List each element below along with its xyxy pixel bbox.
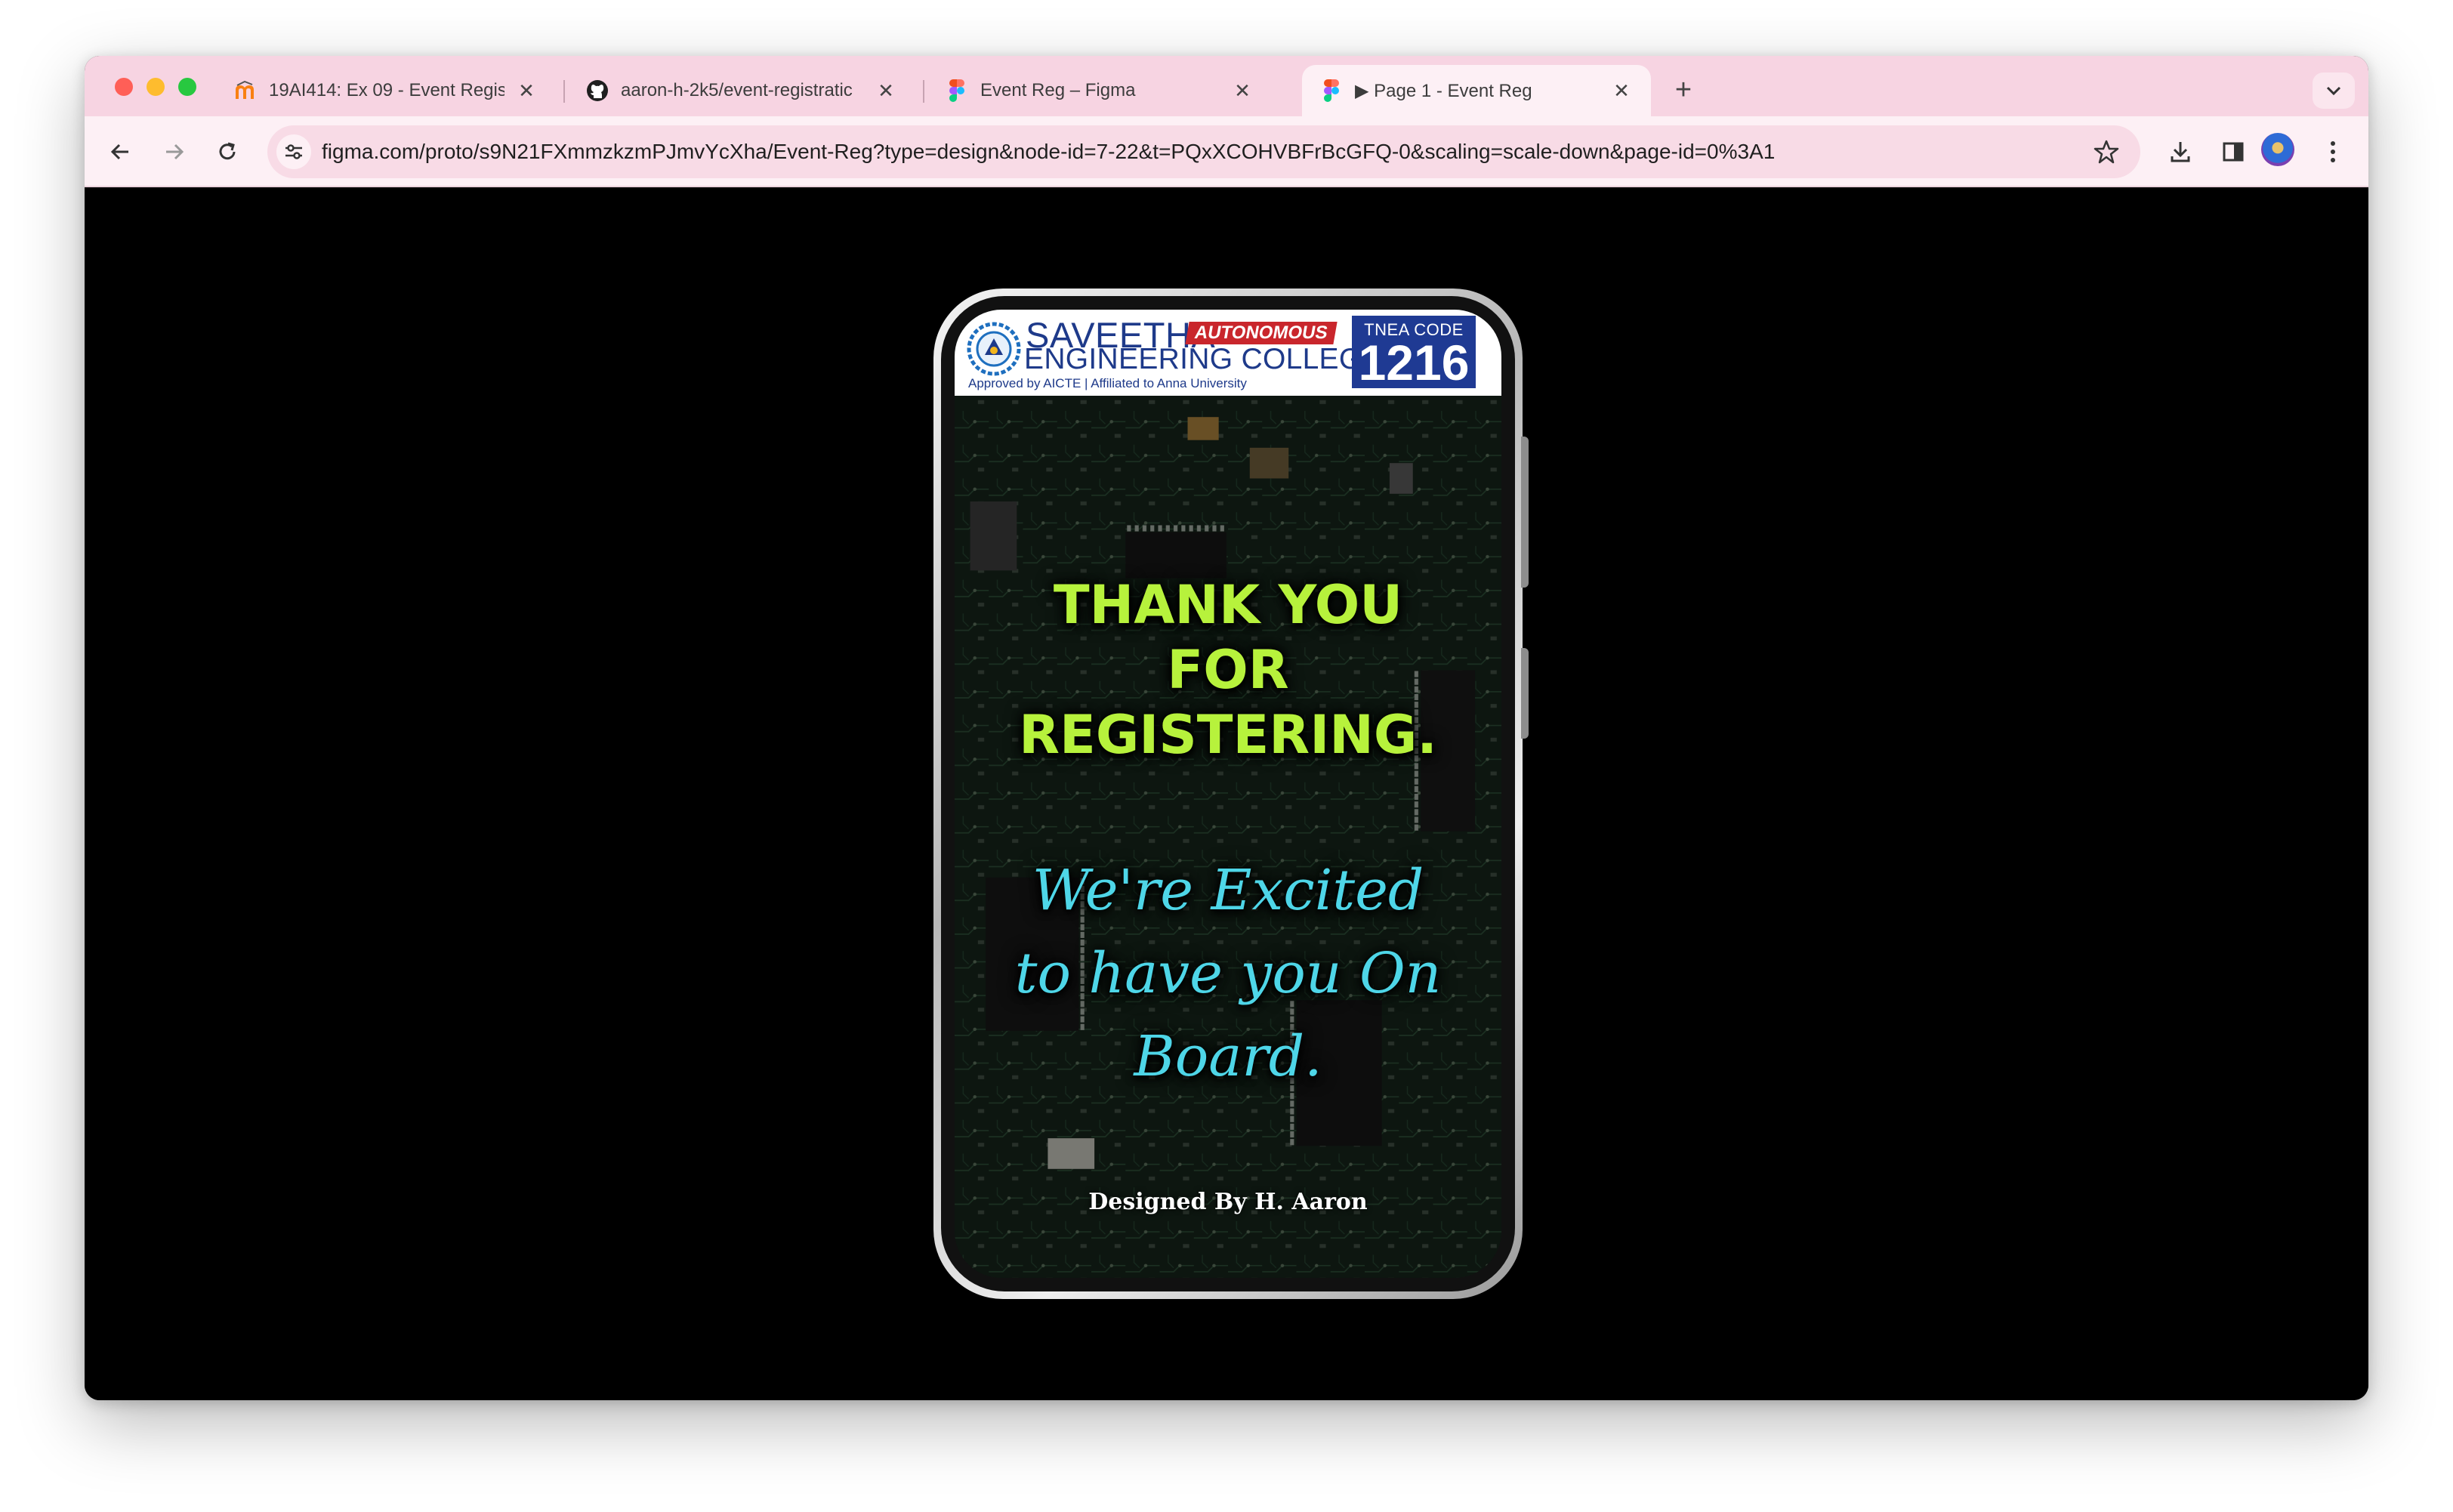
circuit-board-background xyxy=(955,310,1501,1278)
tab-moodle[interactable]: 19AI414: Ex 09 - Event Regist ✕ xyxy=(216,65,556,116)
bookmark-star-icon[interactable] xyxy=(2089,134,2124,169)
tab-title: 19AI414: Ex 09 - Event Regist xyxy=(269,80,504,100)
college-banner: SAVEETHA AUTONOMOUS ENGINEERING COLLEGE … xyxy=(955,310,1501,396)
arrow-right-icon xyxy=(166,143,184,160)
browser-toolbar: figma.com/proto/s9N21FXmmzkzmPJmvYcXha/E… xyxy=(85,116,2368,187)
back-button[interactable] xyxy=(101,133,139,171)
tab-search-button[interactable] xyxy=(2313,73,2355,109)
figma-prototype-viewport: SAVEETHA AUTONOMOUS ENGINEERING COLLEGE … xyxy=(85,189,2368,1400)
minimize-window-button[interactable] xyxy=(147,78,165,96)
tab-separator xyxy=(923,80,924,103)
college-name-line2: ENGINEERING COLLEGE xyxy=(1024,343,1382,375)
tab-title: ▶ Page 1 - Event Reg xyxy=(1355,80,1532,101)
excited-message: We're Excited to have you On Board. xyxy=(955,849,1501,1098)
forward-button[interactable] xyxy=(156,133,193,171)
close-tab-icon[interactable]: ✕ xyxy=(515,79,538,103)
tab-figma-prototype[interactable]: ▶ Page 1 - Event Reg ✕ xyxy=(1302,65,1651,116)
thank-you-heading: THANK YOU FOR REGISTERING. xyxy=(955,572,1501,767)
url-text[interactable]: figma.com/proto/s9N21FXmmzkzmPJmvYcXha/E… xyxy=(322,125,1775,178)
autonomous-badge: AUTONOMOUS xyxy=(1185,322,1338,344)
browser-window: 19AI414: Ex 09 - Event Regist ✕ aaron-h-… xyxy=(85,56,2368,1400)
tab-title: Event Reg – Figma xyxy=(980,80,1136,100)
approval-text: Approved by AICTE | Affiliated to Anna U… xyxy=(968,376,1247,390)
close-tab-icon[interactable]: ✕ xyxy=(875,79,897,103)
github-icon xyxy=(586,79,609,102)
college-logo-icon xyxy=(967,322,1021,376)
thank-you-line: FOR xyxy=(1167,639,1289,701)
tab-separator xyxy=(563,80,565,103)
chevron-down-icon xyxy=(2326,86,2341,96)
profile-avatar[interactable] xyxy=(2261,133,2294,166)
tab-figma[interactable]: Event Reg – Figma ✕ xyxy=(927,65,1272,116)
close-tab-icon[interactable]: ✕ xyxy=(1231,79,1254,103)
tab-strip: 19AI414: Ex 09 - Event Regist ✕ aaron-h-… xyxy=(85,56,2368,116)
phone-side-button xyxy=(1521,648,1529,739)
close-tab-icon[interactable]: ✕ xyxy=(1610,79,1633,103)
maximize-window-button[interactable] xyxy=(178,78,196,96)
designer-credit: Designed By H. Aaron xyxy=(1088,1189,1368,1215)
arrow-left-icon xyxy=(110,143,128,160)
side-panel-icon[interactable] xyxy=(2214,133,2252,171)
new-tab-button[interactable]: + xyxy=(1665,73,1702,110)
moodle-icon xyxy=(234,79,257,102)
thank-you-line: THANK YOU xyxy=(1053,574,1403,636)
phone-side-button xyxy=(1521,437,1529,588)
figma-icon xyxy=(946,79,968,102)
poster-screen: SAVEETHA AUTONOMOUS ENGINEERING COLLEGE … xyxy=(955,310,1501,1278)
tnea-code-box: TNEA CODE 1216 xyxy=(1352,316,1476,388)
download-icon[interactable] xyxy=(2161,133,2199,171)
excited-line: to have you On xyxy=(1014,941,1442,1006)
close-window-button[interactable] xyxy=(115,78,133,96)
more-menu-icon[interactable] xyxy=(2314,133,2352,171)
phone-frame: SAVEETHA AUTONOMOUS ENGINEERING COLLEGE … xyxy=(933,289,1529,1299)
tab-title: aaron-h-2k5/event-registratic xyxy=(621,80,853,100)
site-settings-icon[interactable] xyxy=(276,134,311,169)
tnea-code: 1216 xyxy=(1358,335,1470,390)
address-bar[interactable]: figma.com/proto/s9N21FXmmzkzmPJmvYcXha/E… xyxy=(267,125,2140,178)
tab-github[interactable]: aaron-h-2k5/event-registratic ✕ xyxy=(568,65,915,116)
excited-line: We're Excited xyxy=(1032,858,1424,923)
figma-icon xyxy=(1320,79,1343,102)
excited-line: Board. xyxy=(1134,1024,1322,1089)
reload-icon xyxy=(219,142,236,160)
reload-button[interactable] xyxy=(208,133,246,171)
thank-you-line: REGISTERING. xyxy=(1019,704,1437,766)
